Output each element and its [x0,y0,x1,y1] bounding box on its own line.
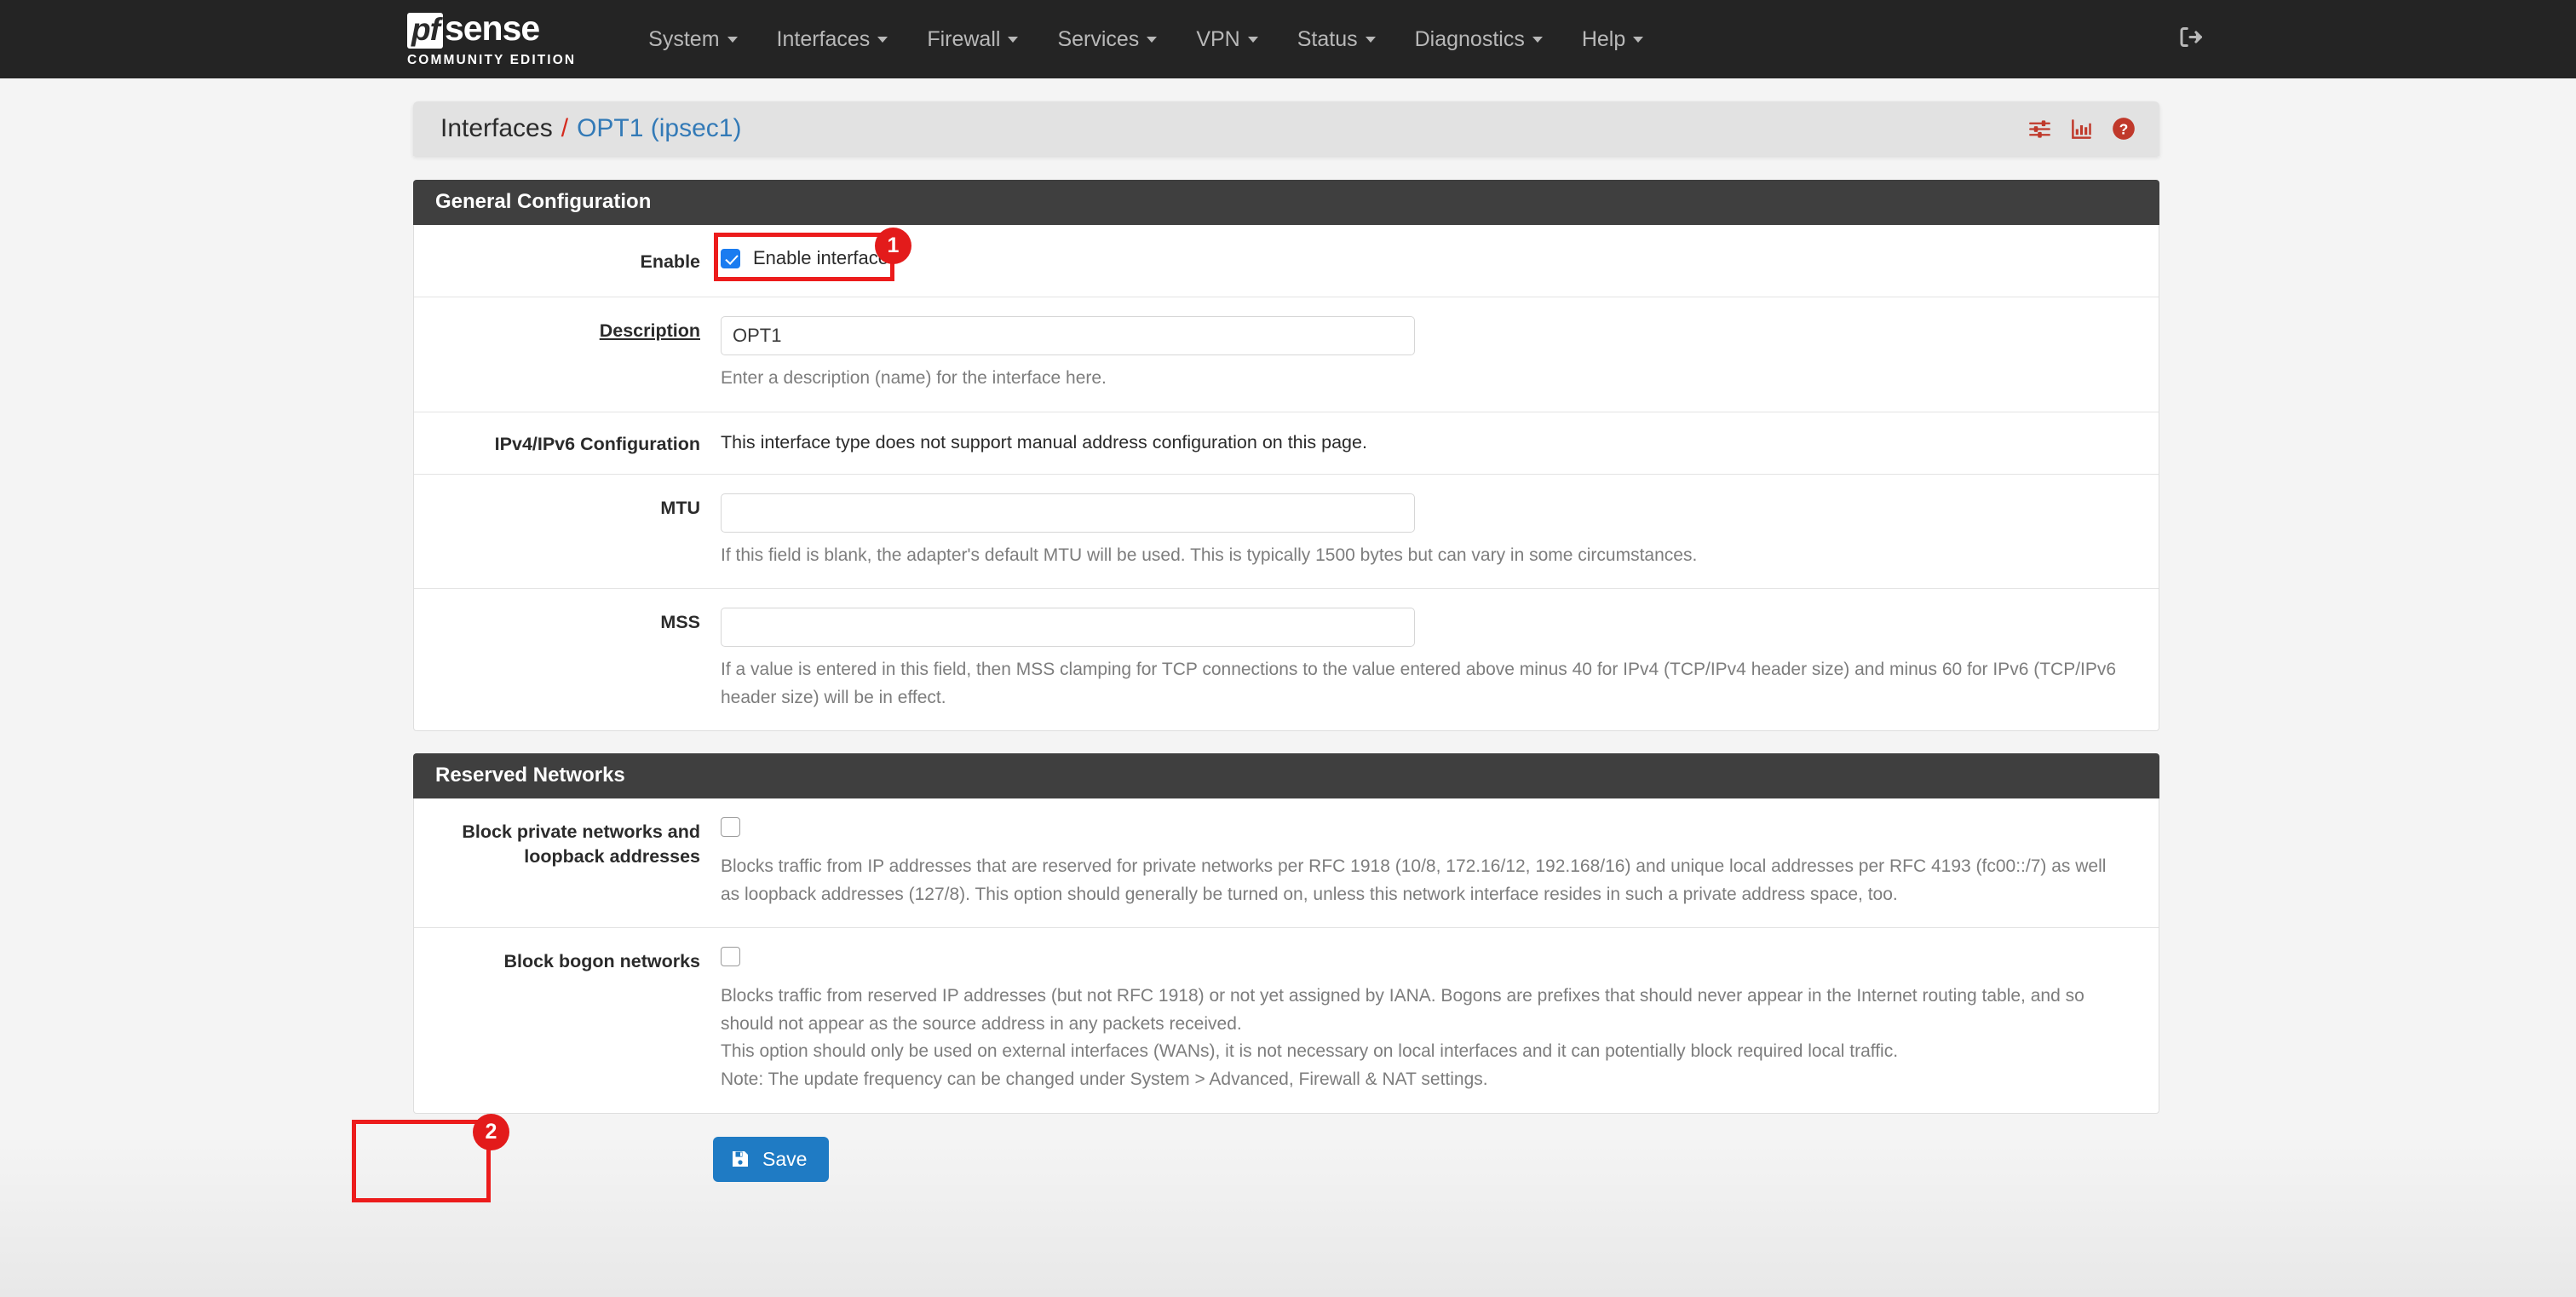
breadcrumb-separator: / [561,114,569,142]
nav-item-help[interactable]: Help [1562,27,1663,52]
sliders-icon[interactable] [2028,118,2051,141]
chevron-down-icon [1008,36,1019,43]
chevron-down-icon [1633,36,1644,43]
block-bogon-checkbox[interactable] [721,947,740,967]
chevron-down-icon [1365,36,1376,43]
general-configuration-title: General Configuration [413,180,2159,225]
pfsense-logo[interactable]: pf sense COMMUNITY EDITION [407,11,576,66]
description-label: Description [599,320,700,342]
save-button[interactable]: Save [713,1136,830,1182]
row-block-private-networks: Block private networks and loopback addr… [414,798,2159,929]
nav-item-label: Firewall [927,26,1001,51]
nav-item-label: System [648,26,720,51]
mss-label: MSS [660,612,700,633]
mtu-input[interactable] [721,493,1415,533]
description-input[interactable] [721,316,1415,356]
general-configuration-body: Enable Enable interface 1 Description En… [413,225,2159,732]
row-mtu: MTU If this field is blank, the adapter'… [414,475,2159,590]
reserved-networks-title: Reserved Networks [413,753,2159,799]
chevron-down-icon [727,36,738,43]
header-icon-group: ? [2028,117,2136,141]
brand-sense-text: sense [444,9,540,49]
chevron-down-icon [877,36,888,43]
block-bogon-help-line1: Blocks traffic from reserved IP addresse… [721,986,2084,1034]
block-private-label: Block private networks and loopback addr… [462,821,700,868]
description-field: Enter a description (name) for the inter… [721,316,2159,393]
nav-item-firewall[interactable]: Firewall [907,27,1038,52]
enable-label: Enable [640,251,701,272]
nav-item-system[interactable]: System [629,27,756,52]
nav-item-vpn[interactable]: VPN [1176,27,1277,52]
block-bogon-help-line3: Note: The update frequency can be change… [721,1069,1488,1089]
svg-text:?: ? [2119,120,2129,137]
row-description: Description Enter a description (name) f… [414,297,2159,412]
brand-pf-text: pf [407,13,443,49]
nav-item-status[interactable]: Status [1278,27,1395,52]
enable-field: Enable interface [721,247,2159,274]
help-circle-icon[interactable]: ? [2112,117,2136,141]
page-header: Interfaces / OPT1 (ipsec1) ? [413,101,2159,156]
breadcrumb-root[interactable]: Interfaces [440,114,553,143]
ip-configuration-field: This interface type does not support man… [721,429,2159,457]
chevron-down-icon [1247,36,1258,43]
chevron-down-icon [1532,36,1543,43]
page-content: Interfaces / OPT1 (ipsec1) ? General Con… [352,78,2159,1202]
nav-item-label: VPN [1196,26,1240,51]
row-enable: Enable Enable interface 1 [414,225,2159,298]
block-private-checkbox[interactable] [721,817,740,838]
annotation-badge-2: 2 [473,1113,509,1150]
nav-item-interfaces[interactable]: Interfaces [757,27,908,52]
breadcrumb-current[interactable]: OPT1 (ipsec1) [577,114,741,143]
form-actions: Save 2 [352,1113,2159,1202]
nav-menu: System Interfaces Firewall Services VPN … [629,27,1663,52]
top-navigation-bar: pf sense COMMUNITY EDITION System Interfa… [0,0,2576,78]
nav-item-label: Help [1581,26,1626,51]
row-mss: MSS If a value is entered in this field,… [414,589,2159,730]
block-private-help: Blocks traffic from IP addresses that ar… [721,856,2107,904]
save-button-label: Save [762,1147,808,1170]
reserved-networks-panel: Reserved Networks Block private networks… [413,753,2159,1114]
mtu-field: If this field is blank, the adapter's de… [721,493,2159,570]
annotation-box-2 [352,1119,491,1202]
block-bogon-help-line2: This option should only be used on exter… [721,1041,1899,1062]
logout-icon[interactable] [2177,25,2203,55]
ip-configuration-label: IPv4/IPv6 Configuration [494,433,700,454]
checkbox-box[interactable] [721,248,740,268]
nav-item-label: Interfaces [776,26,871,51]
mss-input[interactable] [721,608,1415,648]
mtu-label: MTU [660,497,700,518]
row-block-bogon-networks: Block bogon networks Blocks traffic from… [414,928,2159,1112]
breadcrumb: Interfaces / OPT1 (ipsec1) [440,114,741,143]
general-configuration-panel: General Configuration Enable Enable inte… [413,180,2159,732]
block-private-field: Blocks traffic from IP addresses that ar… [721,817,2159,908]
nav-item-label: Services [1057,26,1140,51]
ip-configuration-text: This interface type does not support man… [721,431,1367,453]
chevron-down-icon [1147,36,1158,43]
block-bogon-label: Block bogon networks [503,951,700,972]
description-help: Enter a description (name) for the inter… [721,368,1107,389]
enable-interface-checkbox[interactable]: Enable interface [721,247,2136,269]
nav-item-label: Status [1297,26,1358,51]
mss-help: If a value is entered in this field, the… [721,660,2117,707]
reserved-networks-body: Block private networks and loopback addr… [413,798,2159,1114]
nav-item-services[interactable]: Services [1038,27,1176,52]
floppy-disk-icon [730,1149,750,1169]
bar-chart-icon[interactable] [2070,118,2093,141]
block-bogon-field: Blocks traffic from reserved IP addresse… [721,947,2159,1093]
brand-subtitle: COMMUNITY EDITION [407,53,577,68]
brand-logo-text: pf sense [407,11,576,49]
nav-item-label: Diagnostics [1414,26,1525,51]
row-ip-configuration: IPv4/IPv6 Configuration This interface t… [414,412,2159,475]
mtu-help: If this field is blank, the adapter's de… [721,545,1698,565]
mss-field: If a value is entered in this field, the… [721,608,2159,712]
nav-item-diagnostics[interactable]: Diagnostics [1395,27,1562,52]
enable-interface-label: Enable interface [753,247,888,268]
